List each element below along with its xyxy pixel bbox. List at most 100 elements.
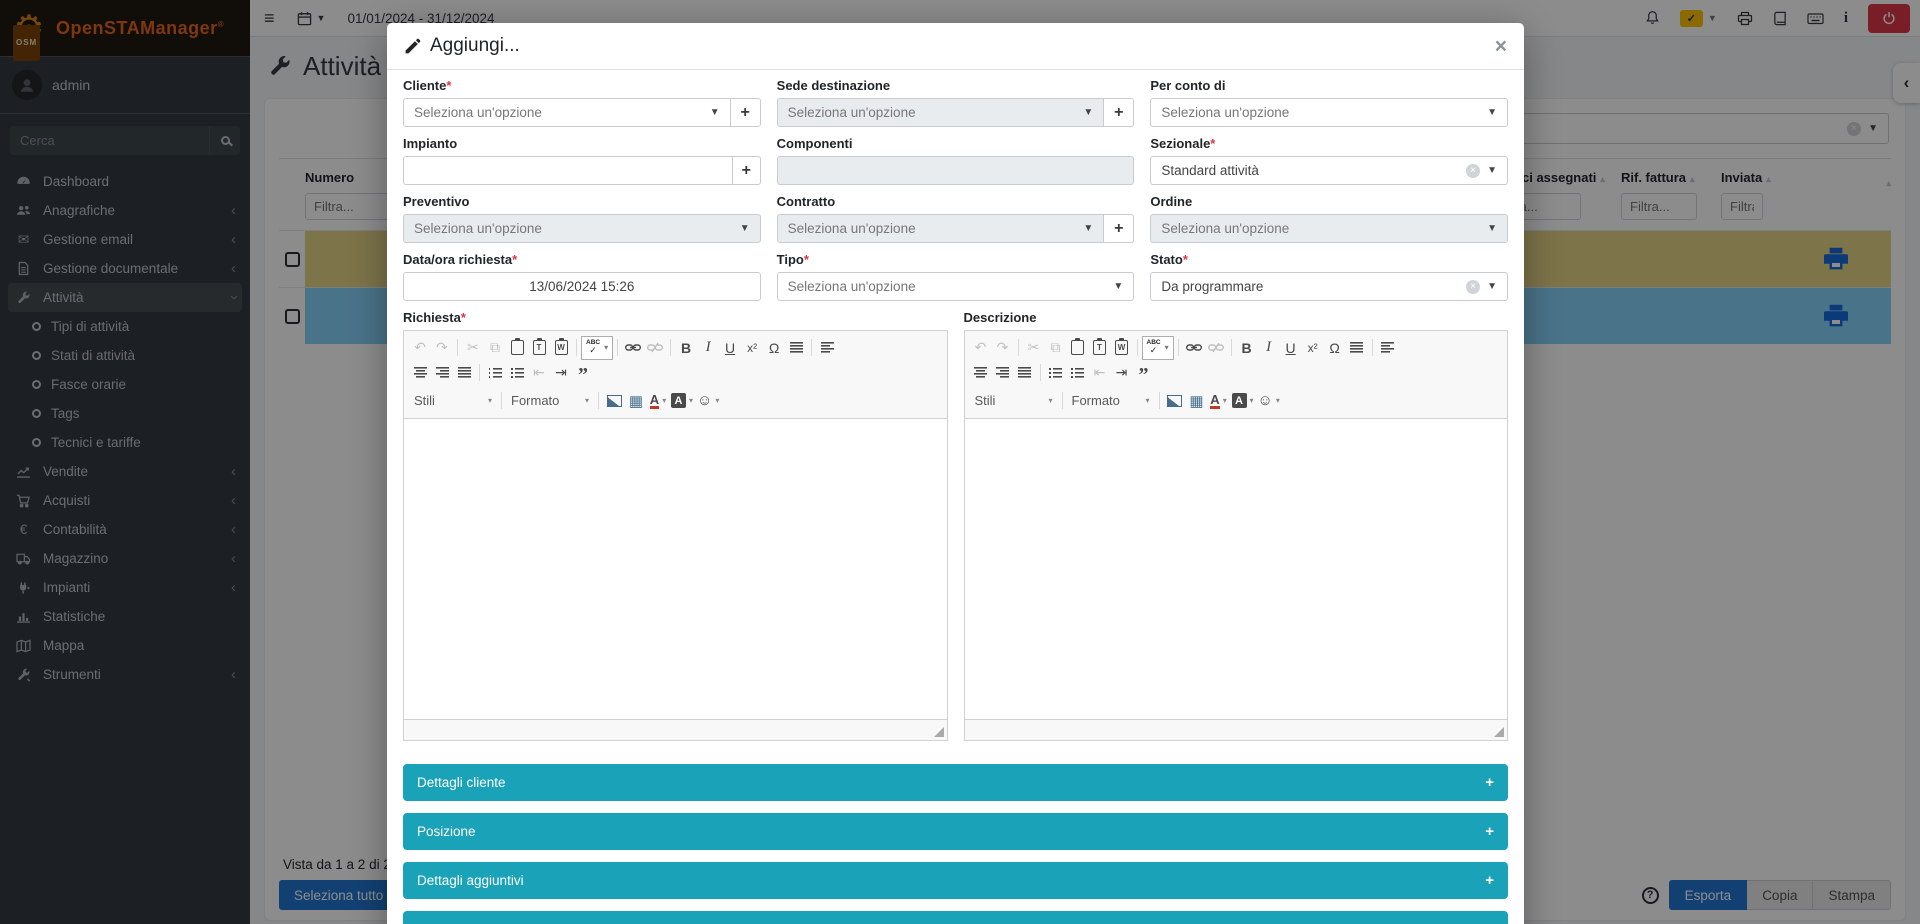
redo-icon[interactable]: ↷ xyxy=(992,337,1014,358)
paste-as-text-icon[interactable]: T xyxy=(528,337,550,358)
italic-icon[interactable]: I xyxy=(697,337,719,358)
align-justify-icon[interactable] xyxy=(1014,362,1036,383)
field-descrizione: Descrizione ↶ ↷ ✂ ⧉ T W ABC✓ ▾ B I U x² … xyxy=(964,310,1509,741)
align-left-icon[interactable] xyxy=(1377,337,1399,358)
smiley-icon[interactable]: ☺▾ xyxy=(695,390,721,411)
bullet-list-icon[interactable] xyxy=(1067,362,1089,383)
field-contratto: Contratto Seleziona un'opzione▼ + xyxy=(777,194,1135,243)
superscript-icon[interactable]: x² xyxy=(1302,337,1324,358)
resize-handle-icon[interactable] xyxy=(1494,727,1504,737)
clear-icon[interactable]: × xyxy=(1466,280,1480,294)
panel-dettagli-aggiuntivi[interactable]: Dettagli aggiuntivi+ xyxy=(403,862,1508,899)
impianto-input[interactable] xyxy=(403,156,733,185)
superscript-icon[interactable]: x² xyxy=(741,337,763,358)
cut-icon[interactable]: ✂ xyxy=(1023,337,1045,358)
stato-select[interactable]: Da programmare×▼ xyxy=(1150,272,1508,301)
spellcheck-dropdown[interactable]: ABC✓ ▾ xyxy=(1142,336,1174,360)
resize-handle-icon[interactable] xyxy=(934,727,944,737)
numbered-list-icon[interactable] xyxy=(1045,362,1067,383)
add-impianto-button[interactable]: + xyxy=(732,156,761,185)
numbered-list-icon[interactable] xyxy=(484,362,506,383)
align-justify-icon[interactable] xyxy=(453,362,475,383)
add-cliente-button[interactable]: + xyxy=(730,98,761,127)
align-right-icon[interactable] xyxy=(992,362,1014,383)
descrizione-editor: ↶ ↷ ✂ ⧉ T W ABC✓ ▾ B I U x² Ω ⇤ ⇥ ” xyxy=(964,330,1509,741)
italic-icon[interactable]: I xyxy=(1258,337,1280,358)
insert-image-icon[interactable] xyxy=(1164,390,1186,411)
bold-icon[interactable]: B xyxy=(675,337,697,358)
cut-icon[interactable]: ✂ xyxy=(462,337,484,358)
panel-posizione[interactable]: Posizione+ xyxy=(403,813,1508,850)
bold-icon[interactable]: B xyxy=(1236,337,1258,358)
align-left-icon[interactable] xyxy=(816,337,838,358)
data-ora-richiesta-input[interactable] xyxy=(403,272,761,301)
add-sede-button[interactable]: + xyxy=(1103,98,1134,127)
panel-assegnazione-tecnici[interactable]: Assegnazione tecnici+ xyxy=(403,911,1508,924)
bullet-list-icon[interactable] xyxy=(506,362,528,383)
spellcheck-dropdown[interactable]: ABC✓ ▾ xyxy=(581,336,613,360)
format-dropdown[interactable]: Formato▾ xyxy=(1067,393,1155,408)
undo-icon[interactable]: ↶ xyxy=(970,337,992,358)
copy-icon[interactable]: ⧉ xyxy=(484,337,506,358)
align-center-icon[interactable] xyxy=(970,362,992,383)
blockquote-icon[interactable]: ” xyxy=(1133,362,1155,383)
undo-icon[interactable]: ↶ xyxy=(409,337,431,358)
outdent-icon[interactable]: ⇤ xyxy=(528,362,550,383)
text-color-icon[interactable]: A▾ xyxy=(647,390,669,411)
justify-block-icon[interactable] xyxy=(1346,337,1368,358)
styles-dropdown[interactable]: Stili▾ xyxy=(409,393,497,408)
richiesta-editor: ↶ ↷ ✂ ⧉ T W ABC✓ ▾ B I U x² Ω ⇤ ⇥ ” xyxy=(403,330,948,741)
align-center-icon[interactable] xyxy=(409,362,431,383)
insert-table-icon[interactable]: ▦ xyxy=(1186,390,1208,411)
insert-table-icon[interactable]: ▦ xyxy=(625,390,647,411)
text-color-icon[interactable]: A▾ xyxy=(1208,390,1230,411)
tipo-select[interactable]: Seleziona un'opzione▼ xyxy=(777,272,1135,301)
richiesta-editor-footer xyxy=(404,719,947,740)
add-activity-modal: Aggiungi... × Cliente* Seleziona un'opzi… xyxy=(387,23,1524,924)
justify-block-icon[interactable] xyxy=(785,337,807,358)
sezionale-select[interactable]: Standard attività×▼ xyxy=(1150,156,1508,185)
special-character-icon[interactable]: Ω xyxy=(763,337,785,358)
caret-down-icon: ▼ xyxy=(1083,223,1093,234)
richiesta-editor-toolbar: ↶ ↷ ✂ ⧉ T W ABC✓ ▾ B I U x² Ω ⇤ ⇥ ” xyxy=(404,331,947,419)
underline-icon[interactable]: U xyxy=(1280,337,1302,358)
paste-icon[interactable] xyxy=(506,337,528,358)
paste-icon[interactable] xyxy=(1067,337,1089,358)
expand-plus-icon[interactable]: + xyxy=(1485,872,1494,889)
clear-icon[interactable]: × xyxy=(1466,164,1480,178)
background-color-icon[interactable]: A▾ xyxy=(669,390,695,411)
panel-dettagli-cliente[interactable]: Dettagli cliente+ xyxy=(403,764,1508,801)
indent-icon[interactable]: ⇥ xyxy=(1111,362,1133,383)
special-character-icon[interactable]: Ω xyxy=(1324,337,1346,358)
expand-plus-icon[interactable]: + xyxy=(1485,823,1494,840)
outdent-icon[interactable]: ⇤ xyxy=(1089,362,1111,383)
paste-as-text-icon[interactable]: T xyxy=(1089,337,1111,358)
link-icon[interactable] xyxy=(1183,337,1205,358)
indent-icon[interactable]: ⇥ xyxy=(550,362,572,383)
add-contratto-button[interactable]: + xyxy=(1103,214,1134,243)
per-conto-di-select[interactable]: Seleziona un'opzione▼ xyxy=(1150,98,1508,127)
descrizione-editor-content[interactable] xyxy=(965,419,1508,719)
sede-destinazione-select: Seleziona un'opzione▼ xyxy=(777,98,1105,127)
richiesta-editor-content[interactable] xyxy=(404,419,947,719)
expand-plus-icon[interactable]: + xyxy=(1485,774,1494,791)
insert-image-icon[interactable] xyxy=(603,390,625,411)
paste-from-word-icon[interactable]: W xyxy=(550,337,572,358)
paste-from-word-icon[interactable]: W xyxy=(1111,337,1133,358)
underline-icon[interactable]: U xyxy=(719,337,741,358)
background-color-icon[interactable]: A▾ xyxy=(1230,390,1256,411)
blockquote-icon[interactable]: ” xyxy=(572,362,594,383)
unlink-icon[interactable] xyxy=(644,337,666,358)
align-right-icon[interactable] xyxy=(431,362,453,383)
unlink-icon[interactable] xyxy=(1205,337,1227,358)
redo-icon[interactable]: ↷ xyxy=(431,337,453,358)
close-icon[interactable]: × xyxy=(1495,36,1507,57)
caret-down-icon: ▼ xyxy=(740,223,750,234)
copy-icon[interactable]: ⧉ xyxy=(1045,337,1067,358)
smiley-icon[interactable]: ☺▾ xyxy=(1256,390,1282,411)
format-dropdown[interactable]: Formato▾ xyxy=(506,393,594,408)
cliente-select[interactable]: Seleziona un'opzione▼ xyxy=(403,98,731,127)
link-icon[interactable] xyxy=(622,337,644,358)
caret-down-icon: ▼ xyxy=(710,107,720,118)
styles-dropdown[interactable]: Stili▾ xyxy=(970,393,1058,408)
